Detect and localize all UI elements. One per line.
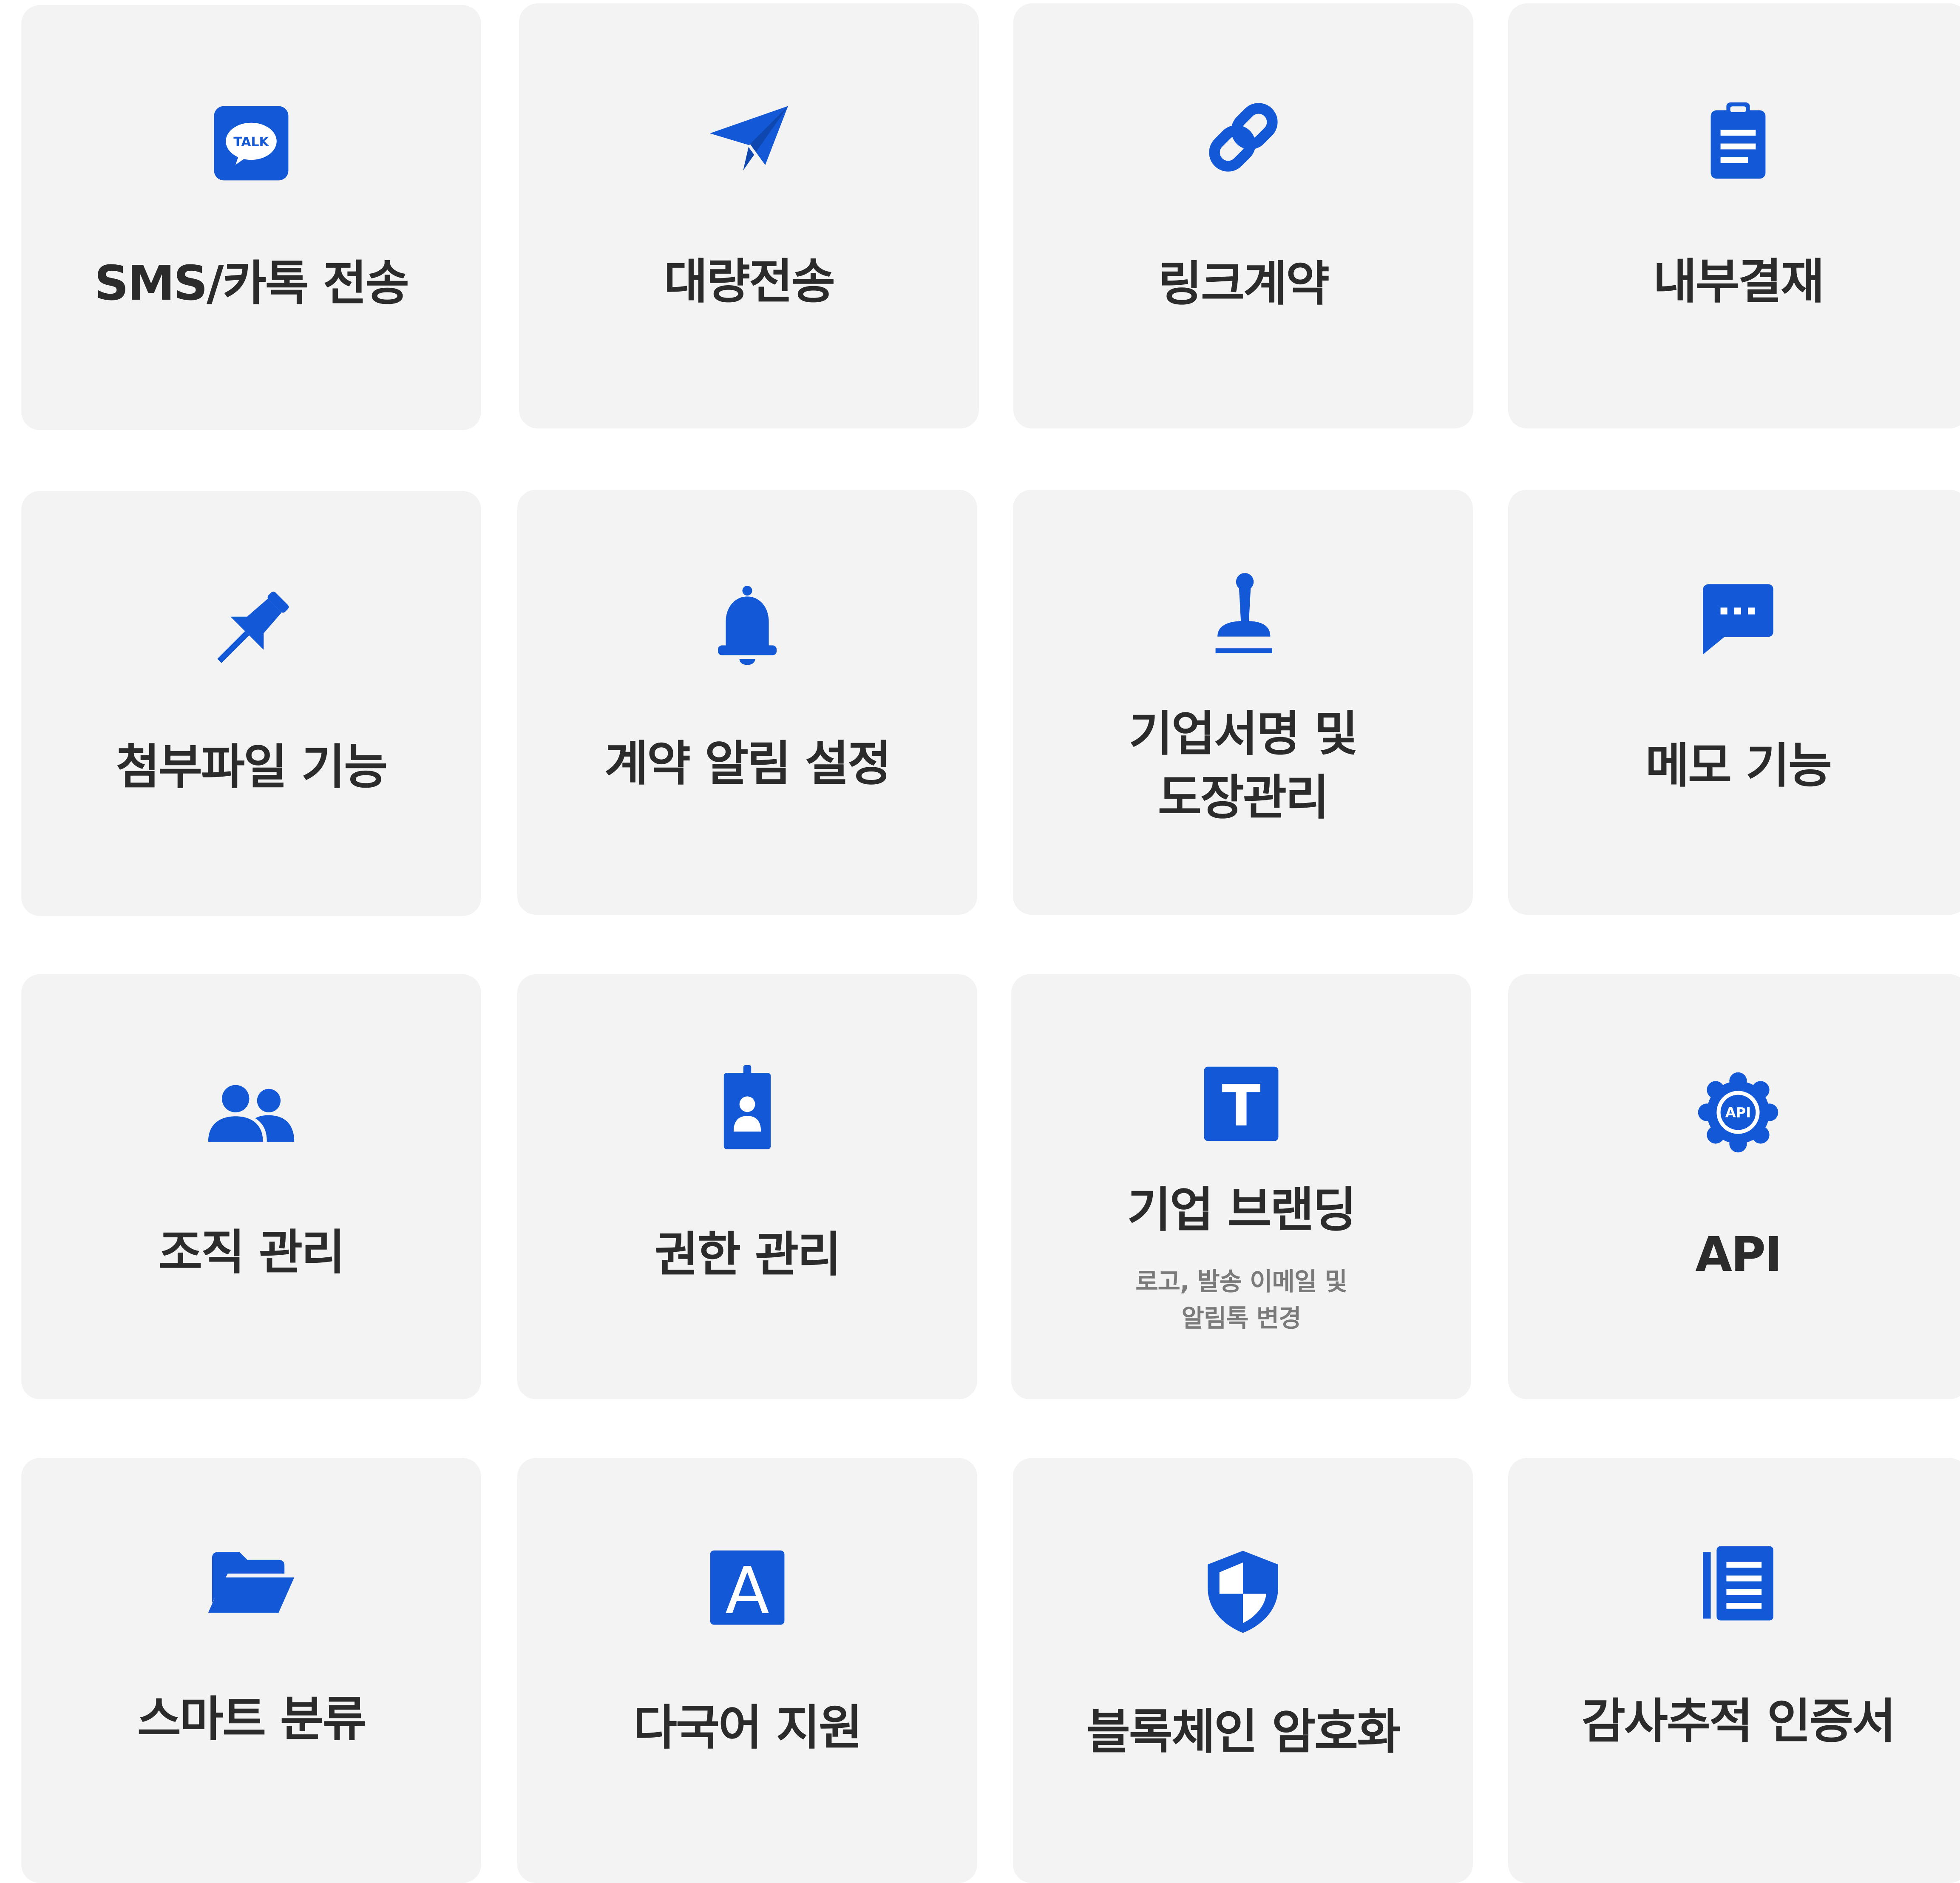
feature-card-contract-notification[interactable]: 계약 알림 설정 bbox=[517, 490, 977, 915]
feature-label: 감사추적 인증서 bbox=[1581, 1694, 1896, 1749]
pushpin-icon bbox=[202, 580, 300, 678]
feature-card-multilingual[interactable]: A 다국어 지원 bbox=[517, 1458, 977, 1883]
feature-card-audit-certificate[interactable]: 감사추적 인증서 bbox=[1508, 1458, 1960, 1883]
feature-label: 권한 관리 bbox=[654, 1227, 841, 1282]
feature-label: 대량전송 bbox=[664, 254, 835, 309]
feature-label: 첨부파일 기능 bbox=[116, 740, 388, 795]
feature-card-smart-classification[interactable]: 스마트 분류 bbox=[21, 1458, 481, 1883]
text-t-icon: T bbox=[1192, 1055, 1290, 1153]
svg-text:API: API bbox=[1725, 1105, 1751, 1121]
link-icon bbox=[1194, 88, 1292, 186]
feature-card-link-contract[interactable]: 링크계약 bbox=[1013, 3, 1473, 428]
feature-label: API bbox=[1695, 1227, 1782, 1282]
feature-card-internal-approval[interactable]: 내부결재 bbox=[1508, 3, 1960, 428]
shield-icon bbox=[1194, 1543, 1292, 1641]
feature-card-sms-kakao[interactable]: TALK SMS/카톡 전송 bbox=[21, 5, 481, 430]
bell-icon bbox=[698, 579, 796, 677]
feature-card-memo[interactable]: 메모 기능 bbox=[1508, 490, 1960, 915]
feature-label: SMS/카톡 전송 bbox=[94, 256, 409, 311]
feature-card-blockchain[interactable]: 블록체인 암호화 bbox=[1013, 1458, 1473, 1883]
feature-label: 기업서명 및 도장관리 bbox=[1129, 706, 1358, 825]
kakao-talk-icon: TALK bbox=[202, 94, 300, 192]
stamp-icon bbox=[1194, 566, 1292, 664]
feature-label: 조직 관리 bbox=[158, 1225, 345, 1280]
list-document-icon bbox=[1689, 1534, 1787, 1632]
feature-card-permission[interactable]: 권한 관리 bbox=[517, 974, 977, 1399]
folder-open-icon bbox=[202, 1534, 300, 1632]
api-gear-icon: API bbox=[1689, 1063, 1787, 1161]
feature-card-corporate-seal[interactable]: 기업서명 및 도장관리 bbox=[1013, 490, 1473, 915]
feature-label: 내부결재 bbox=[1653, 254, 1824, 309]
clipboard-icon bbox=[1689, 93, 1787, 190]
users-icon bbox=[202, 1063, 300, 1161]
feature-card-api[interactable]: API API bbox=[1508, 974, 1960, 1399]
svg-text:T: T bbox=[1222, 1073, 1261, 1139]
feature-card-organization[interactable]: 조직 관리 bbox=[21, 974, 481, 1399]
svg-text:A: A bbox=[725, 1553, 769, 1628]
feature-card-attachment[interactable]: 첨부파일 기능 bbox=[21, 491, 481, 916]
feature-sublabel: 로고, 발송 이메일 및 알림톡 변경 bbox=[1135, 1267, 1347, 1333]
feature-label: 링크계약 bbox=[1158, 256, 1330, 312]
language-a-icon: A bbox=[698, 1539, 796, 1636]
paper-plane-icon bbox=[700, 88, 798, 186]
svg-text:TALK: TALK bbox=[233, 135, 269, 150]
feature-label: 계약 알림 설정 bbox=[604, 736, 891, 791]
feature-label: 스마트 분류 bbox=[137, 1692, 366, 1747]
feature-card-bulk-send[interactable]: 대량전송 bbox=[519, 3, 979, 428]
id-badge-icon bbox=[698, 1059, 796, 1157]
feature-label: 메모 기능 bbox=[1645, 738, 1832, 794]
feature-label: 다국어 지원 bbox=[633, 1700, 862, 1755]
chat-bubble-icon bbox=[1689, 570, 1787, 668]
feature-card-branding[interactable]: T 기업 브랜딩 로고, 발송 이메일 및 알림톡 변경 bbox=[1011, 974, 1471, 1399]
feature-label: 블록체인 암호화 bbox=[1086, 1704, 1401, 1760]
feature-label: 기업 브랜딩 bbox=[1127, 1183, 1356, 1238]
